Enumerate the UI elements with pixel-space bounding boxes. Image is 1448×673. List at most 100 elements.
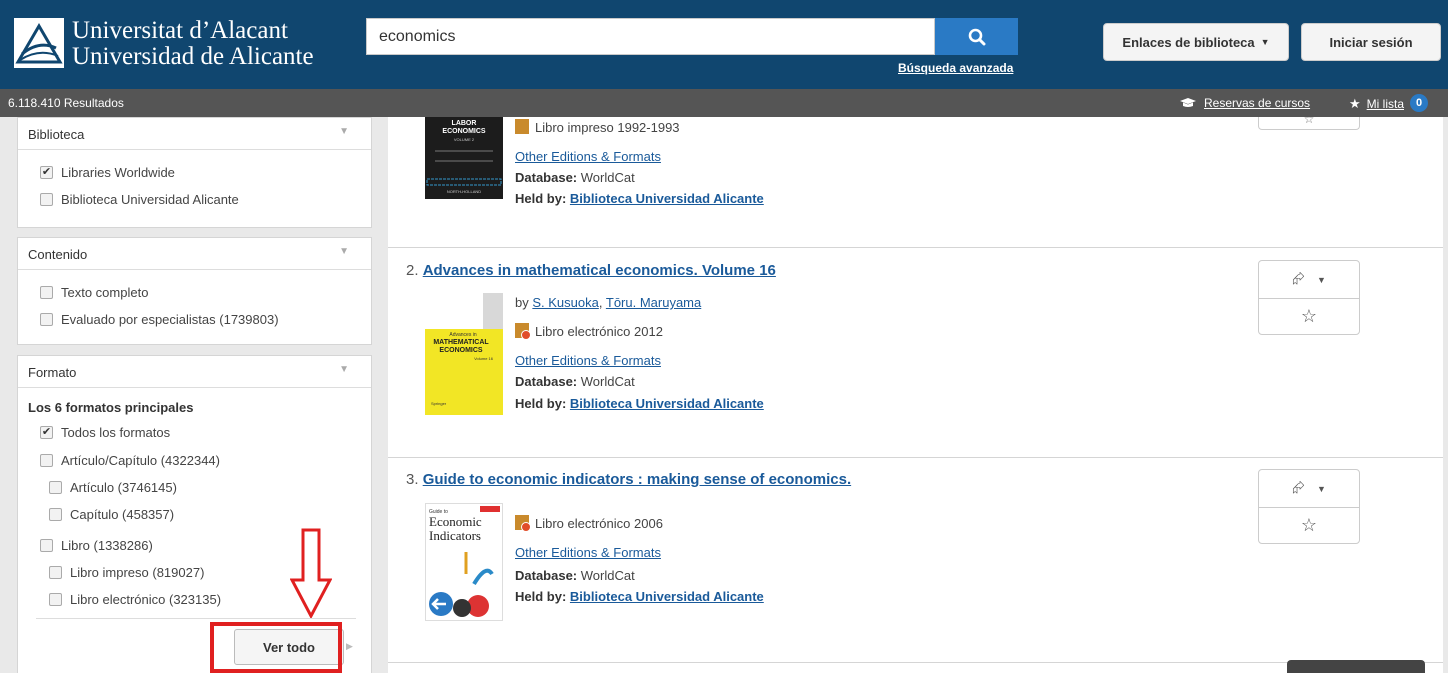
share-icon: ⮳ xyxy=(1292,479,1305,497)
checkbox[interactable] xyxy=(40,193,53,206)
facet-contenido-header[interactable]: Contenido ▼ xyxy=(18,238,371,270)
result-1-cover[interactable]: LABOR ECONOMICS VOLUME 2 NORTH-HOLLAND xyxy=(425,117,503,199)
other-editions-link[interactable]: Other Editions & Formats xyxy=(515,149,661,164)
cover-text: Springer xyxy=(431,401,447,406)
by-label: by xyxy=(515,295,529,310)
facet-option-label: Capítulo (458357) xyxy=(70,507,175,522)
my-list-link[interactable]: Mi lista xyxy=(1367,97,1404,111)
facet-option[interactable]: Artículo/Capítulo (4322344) xyxy=(40,453,220,468)
star-icon: ☆ xyxy=(1300,515,1318,535)
checkbox[interactable] xyxy=(40,539,53,552)
cover-text: ECONOMICS xyxy=(439,347,483,354)
facet-option[interactable]: Capítulo (458357) xyxy=(49,507,174,522)
facet-option[interactable]: ✔ Libraries Worldwide xyxy=(40,165,175,180)
held-by-link[interactable]: Biblioteca Universidad Alicante xyxy=(570,589,764,604)
result-2-actions: ⮳ ▼ ☆ xyxy=(1258,260,1360,335)
database-label: Database: xyxy=(515,374,578,389)
facet-biblioteca-header[interactable]: Biblioteca ▼ xyxy=(18,118,371,150)
library-links-dropdown[interactable]: Enlaces de biblioteca ▼ xyxy=(1103,23,1289,61)
checkbox[interactable] xyxy=(40,454,53,467)
facet-option-label: Biblioteca Universidad Alicante xyxy=(61,192,239,207)
result-2-cover[interactable]: Advances in MATHEMATICAL ECONOMICS Volum… xyxy=(425,293,503,415)
result-number: 2. xyxy=(406,262,419,279)
add-to-list-button[interactable]: ☆ xyxy=(1259,299,1359,334)
facet-option[interactable]: Libro (1338286) xyxy=(40,538,153,553)
checkbox[interactable] xyxy=(40,313,53,326)
checkbox[interactable] xyxy=(49,508,62,521)
star-icon: ☆ xyxy=(1300,306,1318,326)
results-count: 6.118.410 Resultados xyxy=(8,96,124,110)
search-icon xyxy=(968,28,985,45)
checkbox[interactable] xyxy=(49,481,62,494)
result-3-cover[interactable]: Guide to Economic Indicators xyxy=(425,503,503,621)
collapse-caret-icon[interactable]: ▼ xyxy=(339,246,349,257)
logo-title-valencian[interactable]: Universitat d’Alacant xyxy=(72,18,288,44)
result-title-link[interactable]: Guide to economic indicators : making se… xyxy=(423,471,851,488)
search-input[interactable]: economics xyxy=(366,18,935,55)
cover-text: Economic xyxy=(429,514,482,529)
facet-option[interactable]: Libro impreso (819027) xyxy=(49,565,204,580)
facet-option[interactable]: Texto completo xyxy=(40,285,148,300)
cover-text: Advances in xyxy=(449,332,476,338)
author-link[interactable]: Tōru. Maruyama xyxy=(606,295,701,310)
back-to-top-tab[interactable] xyxy=(1287,660,1425,673)
other-editions-link[interactable]: Other Editions & Formats xyxy=(515,353,661,368)
mortarboard-icon xyxy=(1180,98,1196,107)
format-label: Libro electrónico 2006 xyxy=(535,516,663,531)
checkbox-checked[interactable]: ✔ xyxy=(40,426,53,439)
result-1-actions[interactable]: ☆ xyxy=(1258,117,1360,130)
collapse-caret-icon[interactable]: ▼ xyxy=(339,126,349,137)
result-separator xyxy=(388,662,1443,663)
share-dropdown-button[interactable]: ⮳ ▼ xyxy=(1259,470,1359,508)
result-3-actions: ⮳ ▼ ☆ xyxy=(1258,469,1360,544)
ebook-icon xyxy=(515,323,531,340)
library-links-label: Enlaces de biblioteca xyxy=(1122,34,1255,50)
checkbox[interactable] xyxy=(49,593,62,606)
checkbox[interactable] xyxy=(49,566,62,579)
author-link[interactable]: S. Kusuoka xyxy=(532,295,599,310)
held-by-link[interactable]: Biblioteca Universidad Alicante xyxy=(570,191,764,206)
result-title-link[interactable]: Advances in mathematical economics. Volu… xyxy=(423,262,776,279)
database-value: WorldCat xyxy=(580,170,635,185)
cover-text: Volume 16 xyxy=(474,356,494,361)
divider xyxy=(36,618,356,619)
facet-option-label: Libro impreso (819027) xyxy=(70,565,205,580)
facet-option[interactable]: Artículo (3746145) xyxy=(49,480,177,495)
checkbox[interactable] xyxy=(40,286,53,299)
caret-right-icon: ▶ xyxy=(346,641,353,651)
advanced-search-link[interactable]: Búsqueda avanzada xyxy=(898,61,1013,75)
share-dropdown-button[interactable]: ⮳ ▼ xyxy=(1259,261,1359,299)
facet-option[interactable]: Evaluado por especialistas (1739803) xyxy=(40,312,279,327)
result-number: 3. xyxy=(406,471,419,488)
held-by-link[interactable]: Biblioteca Universidad Alicante xyxy=(570,396,764,411)
facet-option[interactable]: Biblioteca Universidad Alicante xyxy=(40,192,239,207)
share-icon: ⮳ xyxy=(1292,270,1305,288)
result-1-database: Database: WorldCat xyxy=(515,170,635,185)
logo-title-spanish[interactable]: Universidad de Alicante xyxy=(72,44,314,70)
facet-option-label: Libro (1338286) xyxy=(61,538,153,553)
search-button[interactable] xyxy=(935,18,1018,55)
result-separator xyxy=(388,247,1443,248)
facet-option-label: Libro electrónico (323135) xyxy=(70,592,222,607)
cover-text: VOLUME 2 xyxy=(454,137,475,142)
author-separator: , xyxy=(598,295,603,310)
checkbox-checked[interactable]: ✔ xyxy=(40,166,53,179)
university-logo[interactable] xyxy=(14,18,64,68)
result-1-editions: Other Editions & Formats xyxy=(515,149,661,164)
collapse-caret-icon[interactable]: ▼ xyxy=(339,364,349,375)
result-3-format: Libro electrónico 2006 xyxy=(515,515,663,532)
facet-formato-header[interactable]: Formato ▼ xyxy=(18,356,371,388)
add-to-list-button[interactable]: ☆ xyxy=(1259,508,1359,543)
facet-option[interactable]: ✔ Todos los formatos xyxy=(40,425,170,440)
login-button[interactable]: Iniciar sesión xyxy=(1301,23,1441,61)
other-editions-link[interactable]: Other Editions & Formats xyxy=(515,545,661,560)
my-list[interactable]: ★ Mi lista 0 xyxy=(1349,93,1428,112)
facet-option[interactable]: Libro electrónico (323135) xyxy=(49,592,221,607)
course-reserves-link[interactable]: Reservas de cursos xyxy=(1204,96,1310,110)
caret-down-icon: ▼ xyxy=(1260,37,1270,47)
result-separator xyxy=(388,457,1443,458)
database-label: Database: xyxy=(515,170,578,185)
cover-text: NORTH-HOLLAND xyxy=(447,189,481,194)
course-reserves[interactable]: Reservas de cursos xyxy=(1180,96,1310,110)
annotation-arrow-icon xyxy=(290,528,332,618)
